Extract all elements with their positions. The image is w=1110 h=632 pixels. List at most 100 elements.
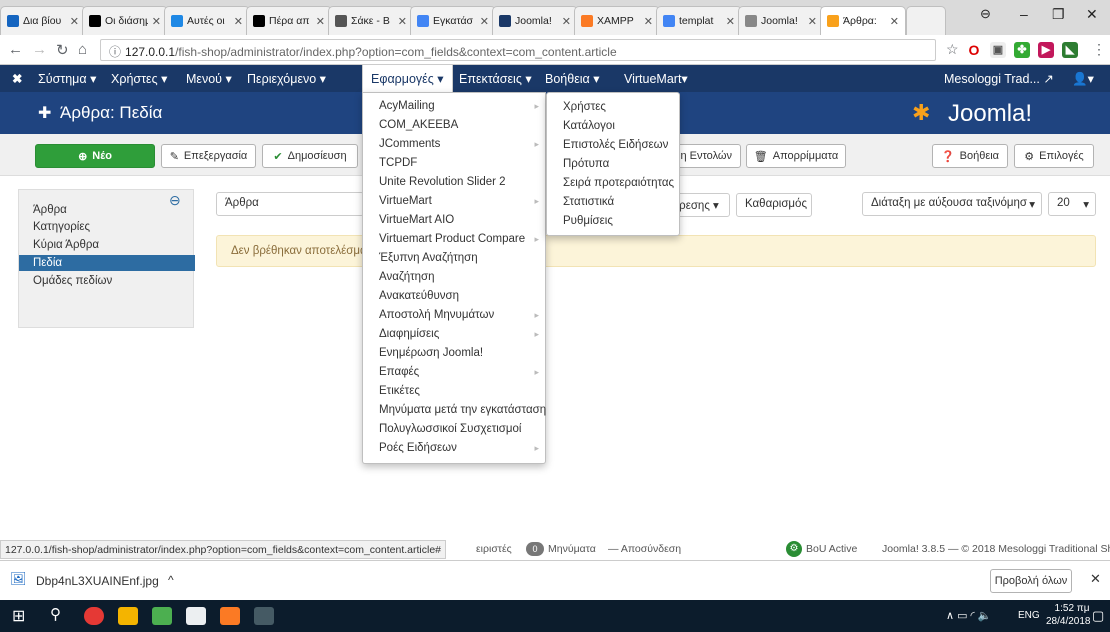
sidebar-item-featured[interactable]: Κύρια Άρθρα — [19, 237, 195, 253]
notification-icon[interactable]: ▢ — [1092, 608, 1104, 624]
trash-button[interactable]: 🗑 Απορρίμματα — [746, 144, 846, 168]
nav-users[interactable]: Χρήστες ▾ — [111, 71, 167, 86]
nav-virtuemart[interactable]: VirtueMart▾ — [624, 71, 688, 86]
close-icon[interactable]: ✕ — [70, 15, 79, 28]
menu-item[interactable]: Ροές Ειδήσεων ▸ — [363, 439, 547, 458]
joomla-logo-icon[interactable]: ✖ — [12, 71, 22, 86]
search-icon[interactable]: ⚲ — [50, 605, 61, 623]
home-icon[interactable]: ⌂ — [78, 41, 87, 58]
site-link[interactable]: Mesologgi Trad... ↗ — [944, 71, 1054, 86]
submenu-item[interactable]: Ρυθμίσεις — [547, 212, 681, 231]
sidebar-item-field-groups[interactable]: Ομάδες πεδίων — [19, 273, 195, 289]
profile-icon[interactable]: ⊖ — [980, 6, 991, 22]
show-all-button[interactable]: Προβολή όλων — [990, 569, 1072, 593]
new-button[interactable]: ⊕ Νέο — [35, 144, 155, 168]
close-icon[interactable]: ✕ — [808, 15, 817, 28]
nav-content[interactable]: Περιεχόμενο ▾ — [247, 71, 326, 86]
sidebar-item-categories[interactable]: Κατηγορίες — [19, 219, 195, 235]
clock-date[interactable]: 28/4/2018 — [1046, 616, 1091, 627]
close-icon[interactable]: ✕ — [1090, 571, 1101, 587]
extension-icon[interactable]: ▣ — [990, 42, 1006, 58]
close-icon[interactable]: ✕ — [316, 15, 325, 28]
menu-item[interactable]: Αναζήτηση — [363, 268, 547, 287]
chrome-icon[interactable] — [84, 607, 104, 625]
menu-item[interactable]: Πολυγλωσσικοί Συσχετισμοί — [363, 420, 547, 439]
menu-item[interactable]: COM_AKEEBA — [363, 116, 547, 135]
close-window-button[interactable]: ✕ — [1086, 6, 1098, 23]
nav-components[interactable]: Εφαρμογές ▾ — [362, 65, 453, 92]
sidebar-item-articles[interactable]: Άρθρα — [19, 202, 195, 218]
submenu-item[interactable]: Σειρά προτεραιότητας — [547, 174, 681, 193]
menu-item[interactable]: TCPDF — [363, 154, 547, 173]
logout-link[interactable]: — Αποσύνδεση — [608, 543, 681, 555]
system-tray-icons[interactable]: ∧ ▭ ◜ 🔈 — [946, 609, 992, 622]
menu-item[interactable]: VirtueMart AIO — [363, 211, 547, 230]
reload-icon[interactable]: ↻ — [56, 41, 69, 59]
nav-help[interactable]: Βοήθεια ▾ — [545, 71, 600, 86]
menu-item[interactable]: Επαφές ▸ — [363, 363, 547, 382]
terminal-icon[interactable] — [254, 607, 274, 625]
browser-tab[interactable]: Joomla! ✕ — [738, 6, 824, 35]
clear-button[interactable]: Καθαρισμός — [736, 193, 812, 217]
language-indicator[interactable]: ENG — [1018, 610, 1040, 621]
close-icon[interactable]: ✕ — [152, 15, 161, 28]
browser-tab[interactable]: Οι διάσημ ✕ — [82, 6, 168, 35]
close-icon[interactable]: ✕ — [398, 15, 407, 28]
close-icon[interactable]: ✕ — [480, 15, 489, 28]
sidebar-item-fields[interactable]: Πεδία — [19, 255, 195, 271]
windows-start-icon[interactable]: ⊞ — [12, 606, 25, 626]
browser-tab[interactable]: Σάκε - Β ✕ — [328, 6, 414, 35]
browser-tab[interactable]: Πέρα απ ✕ — [246, 6, 332, 35]
url-input[interactable]: ⓘ 127.0.0.1/fish-shop/administrator/index… — [100, 39, 936, 61]
maximize-button[interactable]: ❐ — [1052, 6, 1065, 23]
nav-system[interactable]: Σύστημα ▾ — [38, 71, 96, 86]
browser-tab[interactable]: Δια βίου ✕ — [0, 6, 86, 35]
menu-item[interactable]: Διαφημίσεις ▸ — [363, 325, 547, 344]
submenu-item[interactable]: Επιστολές Ειδήσεων — [547, 136, 681, 155]
menu-item[interactable]: JComments ▸ — [363, 135, 547, 154]
submenu-item[interactable]: Πρότυπα — [547, 155, 681, 174]
submenu-item[interactable]: Κατάλογοι — [547, 117, 681, 136]
forward-arrow-icon[interactable]: → — [32, 41, 47, 58]
opera-icon[interactable]: O — [966, 42, 982, 58]
browser-tab[interactable]: Εγκατάσ ✕ — [410, 6, 496, 35]
photos-icon[interactable] — [186, 607, 206, 625]
close-icon[interactable]: ✕ — [644, 15, 653, 28]
submenu-item[interactable]: Στατιστικά — [547, 193, 681, 212]
extension-icon[interactable]: ✤ — [1014, 42, 1030, 58]
menu-kebab-icon[interactable]: ⋮ — [1092, 41, 1106, 58]
browser-tab-active[interactable]: Άρθρα: ✕ — [820, 6, 906, 35]
browser-tab[interactable]: Αυτές οι ✕ — [164, 6, 250, 35]
notes-icon[interactable] — [152, 607, 172, 625]
menu-item[interactable]: Έξυπνη Αναζήτηση — [363, 249, 547, 268]
xampp-icon[interactable] — [220, 607, 240, 625]
minimize-button[interactable]: – — [1020, 6, 1028, 22]
extension-icon[interactable]: ▶ — [1038, 42, 1054, 58]
extension-icon[interactable]: ◣ — [1062, 42, 1078, 58]
nav-menus[interactable]: Μενού ▾ — [186, 71, 232, 86]
back-arrow-icon[interactable]: ← — [8, 41, 23, 58]
bookmark-star-icon[interactable]: ☆ — [946, 41, 959, 58]
clock-time[interactable]: 1:52 πμ — [1052, 603, 1092, 614]
messages-link[interactable]: Μηνύματα — [548, 543, 596, 555]
help-button[interactable]: ❓ Βοήθεια — [932, 144, 1008, 168]
close-icon[interactable]: ✕ — [890, 15, 899, 28]
menu-item[interactable]: Unite Revolution Slider 2 — [363, 173, 547, 192]
download-filename[interactable]: Dbp4nL3XUAINEnf.jpg — [36, 574, 159, 588]
menu-item[interactable]: Ενημέρωση Joomla! — [363, 344, 547, 363]
menu-item[interactable]: Αποστολή Μηνυμάτων ▸ — [363, 306, 547, 325]
menu-item[interactable]: Μηνύματα μετά την εγκατάσταση — [363, 401, 547, 420]
publish-button[interactable]: ✔ Δημοσίευση — [262, 144, 358, 168]
new-tab-button[interactable] — [906, 6, 946, 35]
user-menu-icon[interactable]: 👤▾ — [1072, 71, 1094, 87]
close-icon[interactable]: ✕ — [234, 15, 243, 28]
file-explorer-icon[interactable] — [118, 607, 138, 625]
menu-item[interactable]: Ετικέτες — [363, 382, 547, 401]
chevron-up-icon[interactable]: ^ — [168, 573, 174, 587]
menu-item[interactable]: AcyMailing ▸ — [363, 97, 547, 116]
menu-item[interactable]: Virtuemart Product Compare ▸ — [363, 230, 547, 249]
context-select[interactable]: Άρθρα — [216, 192, 364, 216]
close-icon[interactable]: ✕ — [562, 15, 571, 28]
submenu-item[interactable]: Χρήστες — [547, 98, 681, 117]
menu-item[interactable]: Ανακατεύθυνση — [363, 287, 547, 306]
